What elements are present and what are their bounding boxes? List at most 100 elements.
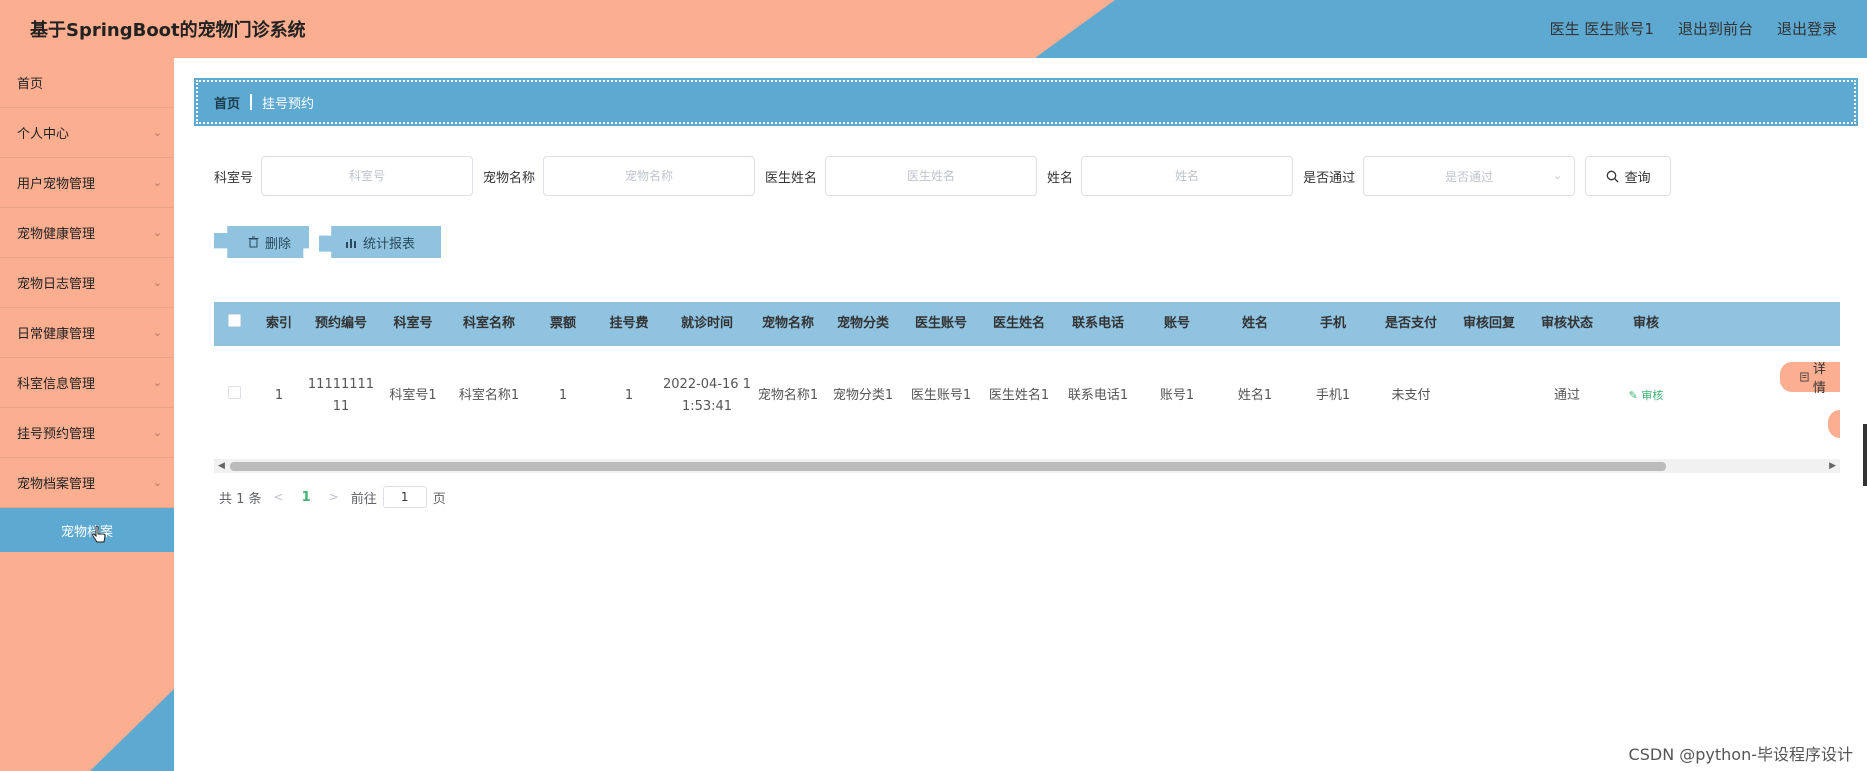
- table-cell: 1: [558, 388, 568, 403]
- column-header: 索引: [265, 316, 292, 331]
- select-all-cell: [214, 313, 254, 335]
- detail-button-label: 详情: [1812, 362, 1826, 396]
- table-cell: 1111111111: [307, 377, 375, 414]
- logout-link[interactable]: 退出登录: [1777, 18, 1837, 39]
- column-header: 宠物分类: [836, 316, 889, 331]
- sidebar-item-pet-health-management[interactable]: 宠物健康管理 ⌄: [0, 208, 174, 258]
- doctor-name-input[interactable]: [825, 156, 1038, 196]
- dept-no-input[interactable]: [261, 156, 474, 196]
- column-header: 医生账号: [914, 316, 967, 331]
- appointments-table: 索引 预约编号 科室号 科室名称 票额 挂号费 就诊时间 宠物名称 宠物分类 医生账号 医生姓名 联系…: [214, 302, 1840, 452]
- sidebar-item-dept-info-management[interactable]: 科室信息管理 ⌄: [0, 358, 174, 408]
- column-header: 科室号: [393, 316, 433, 331]
- statistics-report-button[interactable]: 统计报表: [319, 226, 442, 258]
- table-horizontal-scrollbar[interactable]: ◀ ▶: [214, 459, 1840, 473]
- chevron-down-icon: ⌄: [152, 426, 162, 439]
- sidebar-item-label: 科室信息管理: [17, 377, 96, 392]
- sidebar: 首页 个人中心 ⌄ 用户宠物管理 ⌄ 宠物健康管理 ⌄ 宠物日志管理 ⌄ 日常健康管理 ⌄…: [0, 58, 174, 771]
- sidebar-item-user-pet-management[interactable]: 用户宠物管理 ⌄: [0, 158, 174, 208]
- chevron-down-icon: ⌄: [152, 126, 162, 139]
- column-header: 审核回复: [1462, 316, 1515, 331]
- table-header: 索引 预约编号 科室号 科室名称 票额 挂号费 就诊时间 宠物名称 宠物分类 医生账号 医生姓名 联系…: [214, 302, 1840, 346]
- query-button-label: 查询: [1624, 170, 1651, 186]
- query-button[interactable]: 查询: [1585, 156, 1672, 196]
- page-number[interactable]: 1: [302, 490, 311, 505]
- doctor-name-label: 医生姓名: [765, 170, 818, 186]
- back-to-front-link[interactable]: 退出到前台: [1678, 18, 1753, 39]
- watermark: CSDN @python-毕设程序设计: [1628, 745, 1853, 764]
- table-cell: 医生姓名1: [988, 388, 1050, 403]
- dept-no-label: 科室号: [214, 170, 254, 186]
- detail-button[interactable]: 详情: [1780, 362, 1840, 396]
- action-toolbar: 删除 统计报表: [214, 226, 442, 258]
- table-cell: 账号1: [1159, 388, 1195, 403]
- edit-icon: ✎: [1628, 389, 1642, 402]
- chevron-down-icon: ⌄: [1552, 169, 1563, 182]
- chevron-down-icon: ⌄: [152, 226, 162, 239]
- header-user-menu: 医生 医生账号1 退出到前台 退出登录: [1550, 18, 1837, 39]
- row-checkbox[interactable]: [227, 386, 241, 399]
- table-cell: 宠物分类1: [832, 388, 894, 403]
- bar-chart-icon: [346, 238, 357, 248]
- name-label: 姓名: [1047, 170, 1074, 186]
- column-header: 就诊时间: [680, 316, 733, 331]
- delete-button[interactable]: 删除: [214, 226, 310, 258]
- column-header: 医生姓名: [992, 316, 1045, 331]
- column-header: 姓名: [1241, 316, 1268, 331]
- breadcrumb-home[interactable]: 首页: [214, 93, 240, 112]
- table-cell: 1: [274, 388, 284, 403]
- column-header: 预约编号: [314, 316, 367, 331]
- column-header: 手机: [1319, 316, 1346, 331]
- next-page-icon[interactable]: >: [329, 490, 339, 504]
- app-root: 基于SpringBoot的宠物门诊系统 医生 医生账号1 退出到前台 退出登录 …: [0, 0, 1867, 771]
- table-body: 1 1111111111 科室号1 科室名称1 1 1 2022-04-16 11:53:4…: [214, 346, 1840, 446]
- column-header: 审核状态: [1540, 316, 1593, 331]
- chevron-down-icon: ⌄: [152, 276, 162, 289]
- sidebar-item-appointment-management[interactable]: 挂号预约管理 ⌄: [0, 408, 174, 458]
- passed-select[interactable]: 是否通过 ⌄: [1363, 156, 1576, 196]
- pagination: 共 1 条 < 1 > 前往 页: [219, 486, 446, 508]
- sidebar-item-pet-log-management[interactable]: 宠物日志管理 ⌄: [0, 258, 174, 308]
- goto-label: 前往: [350, 491, 377, 507]
- pet-name-input[interactable]: [543, 156, 756, 196]
- column-header: 宠物名称: [761, 316, 814, 331]
- sidebar-item-daily-health-management[interactable]: 日常健康管理 ⌄: [0, 308, 174, 358]
- search-form: 科室号 宠物名称 医生姓名 姓名 是否通过 是否通过 ⌄ 查询: [214, 156, 1672, 196]
- column-header: 票额: [549, 316, 576, 331]
- column-header: 账号: [1163, 316, 1190, 331]
- name-input[interactable]: [1081, 156, 1294, 196]
- table-cell: 姓名1: [1237, 388, 1273, 403]
- sidebar-item-pet-archive-management[interactable]: 宠物档案管理 ⌄: [0, 458, 174, 508]
- table-cell: 手机1: [1315, 388, 1351, 403]
- chevron-down-icon: ⌄: [152, 176, 162, 189]
- sidebar-item-label: 宠物日志管理: [17, 277, 96, 292]
- scroll-right-arrow-icon[interactable]: ▶: [1829, 459, 1836, 473]
- app-title: 基于SpringBoot的宠物门诊系统: [30, 20, 306, 41]
- row-select-cell: [214, 385, 254, 407]
- sidebar-subitem-pet-archive[interactable]: 宠物档案: [0, 508, 174, 552]
- sidebar-item-home[interactable]: 首页: [0, 58, 174, 108]
- scrollbar-thumb[interactable]: [230, 462, 1666, 471]
- column-header: 审核: [1632, 316, 1659, 331]
- select-all-checkbox[interactable]: [227, 314, 241, 327]
- hand-cursor-icon: [92, 526, 106, 543]
- page-unit-label: 页: [432, 491, 446, 507]
- top-header: 基于SpringBoot的宠物门诊系统 医生 医生账号1 退出到前台 退出登录: [0, 0, 1867, 58]
- main-content: 首页 挂号预约 科室号 宠物名称 医生姓名 姓名 是否通过 是否通过 ⌄ 查询: [174, 58, 1867, 771]
- prev-page-icon[interactable]: <: [274, 490, 284, 504]
- sidebar-item-personal-center[interactable]: 个人中心 ⌄: [0, 108, 174, 158]
- audit-link[interactable]: ✎ 审核: [1629, 389, 1664, 402]
- chevron-down-icon: ⌄: [152, 476, 162, 489]
- column-header: 联系电话: [1071, 316, 1124, 331]
- sidebar-item-label: 首页: [17, 77, 44, 92]
- scroll-left-arrow-icon[interactable]: ◀: [218, 459, 225, 473]
- chevron-down-icon: ⌄: [152, 326, 162, 339]
- search-icon: [1606, 170, 1619, 182]
- sidebar-item-label: 日常健康管理: [17, 327, 96, 342]
- sidebar-item-label: 挂号预约管理: [17, 427, 96, 442]
- sidebar-corner-decoration: [90, 689, 174, 771]
- column-header: 是否支付: [1384, 316, 1437, 331]
- passed-select-placeholder: 是否通过: [1445, 169, 1494, 184]
- goto-page-input[interactable]: [382, 486, 427, 508]
- column-header: 挂号费: [609, 316, 649, 331]
